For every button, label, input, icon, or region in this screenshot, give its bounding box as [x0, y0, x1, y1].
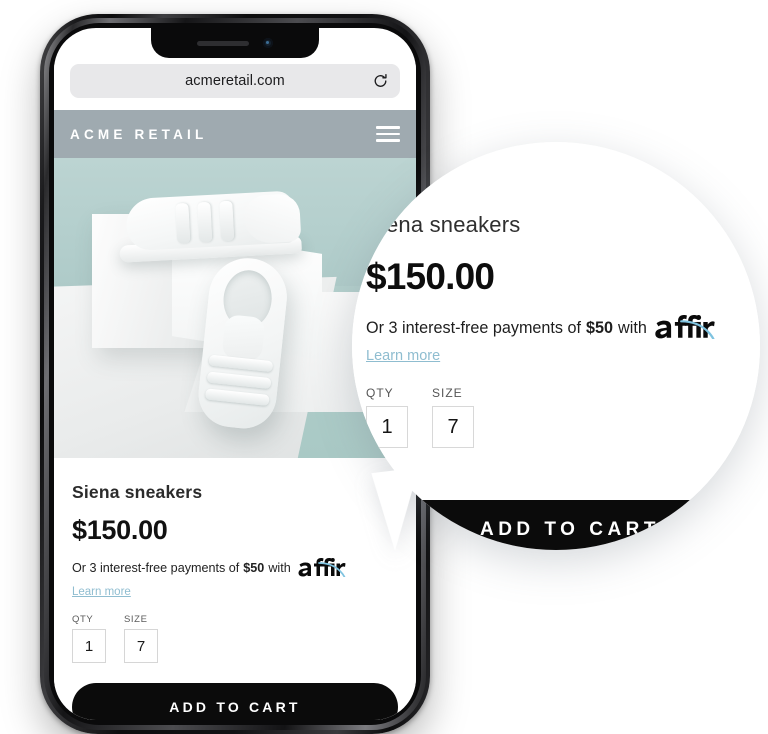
size-label: SIZE [124, 614, 148, 625]
magnified-affirm-financing-message: Or 3 interest-free payments of $50 with [366, 314, 746, 343]
magnified-size-selector: SIZE 7 [432, 386, 474, 448]
qty-selector: QTY 1 [72, 614, 106, 663]
browser-chrome: acmeretail.com [54, 64, 416, 110]
magnified-qty-label: QTY [366, 386, 394, 400]
reload-icon[interactable] [372, 73, 389, 90]
magnified-learn-more-link[interactable]: Learn more [366, 348, 440, 364]
magnified-product-price: $150.00 [366, 256, 495, 297]
financing-prefix: Or 3 interest-free payments of [72, 561, 240, 575]
qty-label: QTY [72, 614, 94, 625]
earpiece-speaker-icon [197, 40, 249, 46]
size-input[interactable]: 7 [124, 629, 158, 663]
phone-notch [151, 28, 319, 58]
screenshot-stage: acmeretail.com ACME RETAIL Siena sneaker… [0, 0, 768, 734]
magnified-product-title: Siena sneakers [366, 212, 521, 237]
sneaker-side-view [114, 171, 303, 263]
magnified-size-label: SIZE [432, 386, 463, 400]
product-selectors: QTY 1 SIZE 7 [72, 614, 398, 663]
magnified-add-to-cart-button[interactable]: ADD TO CART [365, 500, 760, 550]
magnified-product-selectors: QTY 1 SIZE 7 [366, 386, 746, 448]
front-camera-icon [263, 38, 273, 48]
hamburger-menu-icon[interactable] [376, 126, 400, 142]
add-to-cart-button[interactable]: ADD TO CART [72, 683, 398, 720]
learn-more-link[interactable]: Learn more [72, 586, 131, 598]
financing-with: with [268, 561, 291, 575]
magnified-financing-with: with [618, 319, 647, 337]
brand-logo[interactable]: ACME RETAIL [70, 127, 207, 142]
magnified-financing-amount: $50 [586, 319, 614, 337]
product-price: $150.00 [72, 515, 168, 545]
magnified-add-to-cart-wrap: ADD TO CART [365, 500, 760, 550]
affirm-logo-icon [296, 558, 348, 580]
url-bar[interactable]: acmeretail.com [70, 64, 400, 98]
magnifier-bubble: Siena sneakers $150.00 Or 3 interest-fre… [352, 142, 760, 550]
url-text: acmeretail.com [185, 73, 285, 89]
product-details: Siena sneakers $150.00 Or 3 interest-fre… [54, 458, 416, 720]
financing-amount: $50 [243, 561, 265, 575]
site-header: ACME RETAIL [54, 110, 416, 158]
magnifier-content: Siena sneakers $150.00 Or 3 interest-fre… [365, 212, 760, 550]
magnified-qty-selector: QTY 1 [366, 386, 408, 448]
magnified-size-input[interactable]: 7 [432, 406, 474, 448]
magnified-qty-input[interactable]: 1 [366, 406, 408, 448]
magnified-affirm-logo-icon [652, 315, 718, 344]
qty-input[interactable]: 1 [72, 629, 106, 663]
size-selector: SIZE 7 [124, 614, 158, 663]
affirm-financing-message: Or 3 interest-free payments of $50 with [72, 557, 398, 579]
magnified-financing-prefix: Or 3 interest-free payments of [366, 319, 582, 337]
product-title: Siena sneakers [72, 482, 203, 502]
